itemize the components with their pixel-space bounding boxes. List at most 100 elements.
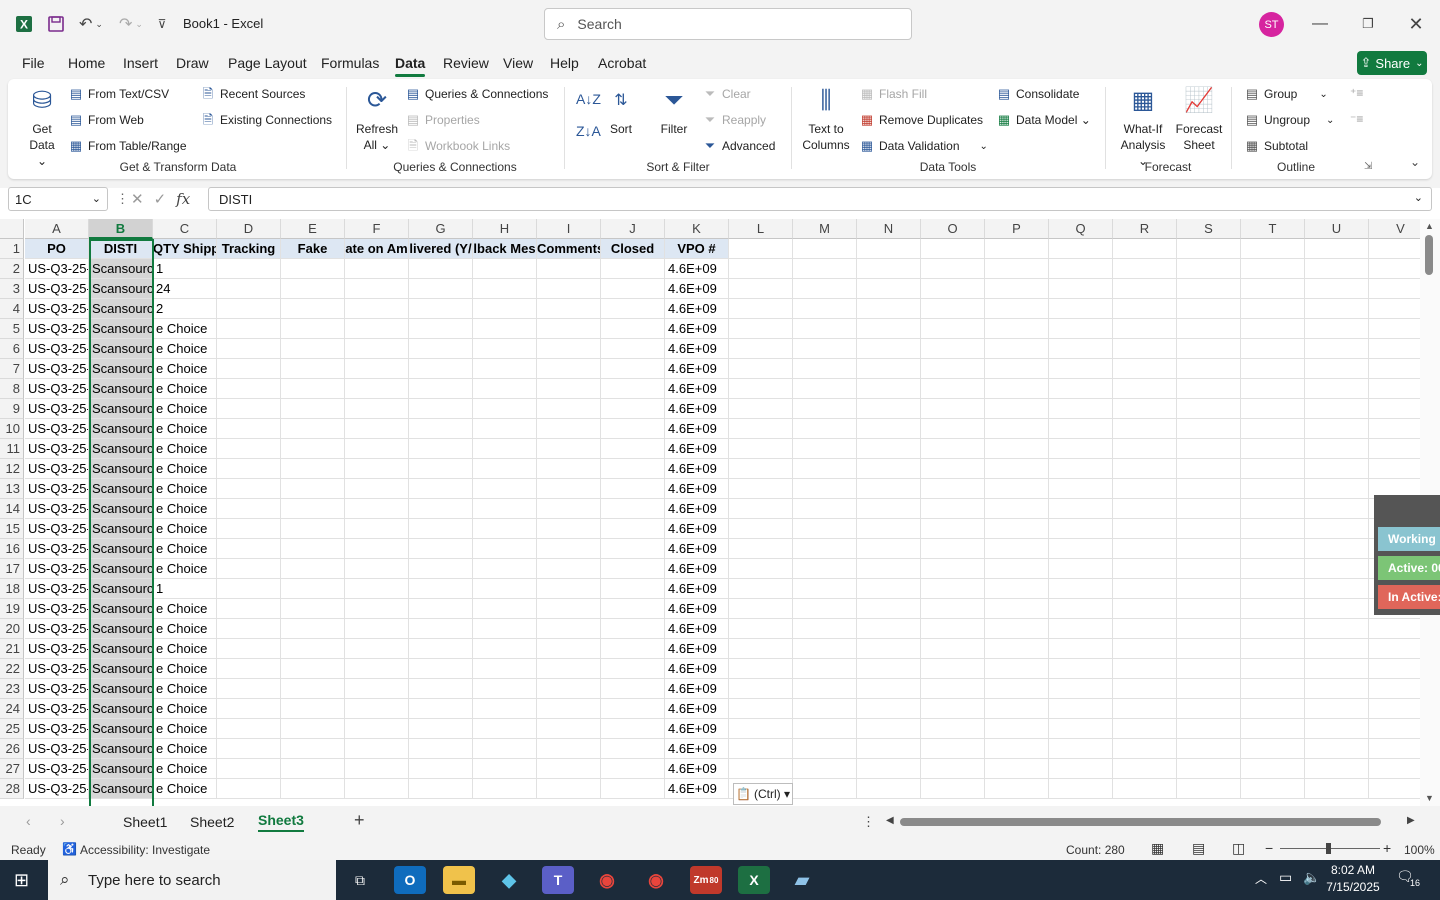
row-header[interactable]: 2: [0, 259, 24, 279]
table-cell[interactable]: [921, 479, 985, 499]
table-cell[interactable]: [1241, 359, 1305, 379]
table-cell[interactable]: [1241, 339, 1305, 359]
table-cell[interactable]: [857, 579, 921, 599]
table-cell[interactable]: [1305, 299, 1369, 319]
header-cell[interactable]: VPO #: [665, 239, 729, 259]
table-cell[interactable]: [1113, 439, 1177, 459]
table-cell[interactable]: [793, 739, 857, 759]
table-cell[interactable]: [345, 279, 409, 299]
table-cell[interactable]: [601, 619, 665, 639]
column-header-h[interactable]: H: [473, 219, 537, 239]
table-cell[interactable]: [1305, 479, 1369, 499]
table-cell[interactable]: [921, 559, 985, 579]
table-cell[interactable]: [1241, 259, 1305, 279]
table-cell[interactable]: [857, 599, 921, 619]
table-cell[interactable]: [985, 759, 1049, 779]
table-cell[interactable]: [537, 619, 601, 639]
table-cell[interactable]: [921, 419, 985, 439]
table-cell[interactable]: [473, 619, 537, 639]
table-cell[interactable]: [409, 779, 473, 799]
table-cell[interactable]: [1369, 459, 1424, 479]
table-cell[interactable]: [345, 399, 409, 419]
table-cell[interactable]: [537, 579, 601, 599]
table-cell[interactable]: [345, 579, 409, 599]
row-header[interactable]: 5: [0, 319, 24, 339]
table-cell[interactable]: [729, 619, 793, 639]
column-header-d[interactable]: D: [217, 219, 281, 239]
row-header[interactable]: 19: [0, 599, 24, 619]
table-cell[interactable]: [601, 639, 665, 659]
table-cell[interactable]: [921, 639, 985, 659]
table-cell[interactable]: [729, 499, 793, 519]
app-diamond-icon[interactable]: ◆: [493, 866, 525, 894]
table-cell[interactable]: [1177, 759, 1241, 779]
table-cell[interactable]: [1305, 379, 1369, 399]
table-cell[interactable]: [985, 519, 1049, 539]
table-cell[interactable]: [409, 479, 473, 499]
table-cell[interactable]: [1241, 619, 1305, 639]
table-cell[interactable]: e Choice: [153, 619, 217, 639]
table-cell[interactable]: [281, 539, 345, 559]
table-cell[interactable]: Scansource: [89, 499, 153, 519]
table-cell[interactable]: [537, 259, 601, 279]
table-cell[interactable]: Scansource: [89, 359, 153, 379]
table-cell[interactable]: [601, 759, 665, 779]
table-cell[interactable]: [729, 319, 793, 339]
table-cell[interactable]: [537, 559, 601, 579]
table-cell[interactable]: [601, 579, 665, 599]
table-cell[interactable]: [409, 379, 473, 399]
table-cell[interactable]: Scansource: [89, 419, 153, 439]
header-cell[interactable]: [857, 239, 921, 259]
table-cell[interactable]: [921, 759, 985, 779]
network-icon[interactable]: ▭: [1279, 869, 1292, 886]
table-cell[interactable]: [601, 359, 665, 379]
header-cell[interactable]: PO: [25, 239, 89, 259]
table-cell[interactable]: 4.6E+09: [665, 679, 729, 699]
column-header-s[interactable]: S: [1177, 219, 1241, 239]
table-cell[interactable]: [985, 619, 1049, 639]
table-cell[interactable]: [1305, 359, 1369, 379]
tray-expand-icon[interactable]: ︿: [1255, 870, 1267, 887]
sheet-tab-sheet1[interactable]: Sheet1: [123, 814, 167, 830]
table-cell[interactable]: [1241, 779, 1305, 799]
row-header[interactable]: 8: [0, 379, 24, 399]
row-header[interactable]: 1: [0, 239, 24, 259]
table-cell[interactable]: [1241, 679, 1305, 699]
table-cell[interactable]: Scansource: [89, 619, 153, 639]
table-cell[interactable]: [729, 719, 793, 739]
table-cell[interactable]: [473, 499, 537, 519]
table-cell[interactable]: [1369, 299, 1424, 319]
table-cell[interactable]: 4.6E+09: [665, 699, 729, 719]
table-cell[interactable]: [729, 479, 793, 499]
table-cell[interactable]: US-Q3-25-: [25, 419, 89, 439]
tab-help[interactable]: Help: [550, 55, 579, 71]
table-cell[interactable]: [281, 599, 345, 619]
table-cell[interactable]: [921, 459, 985, 479]
table-cell[interactable]: [1369, 639, 1424, 659]
table-cell[interactable]: [409, 459, 473, 479]
table-cell[interactable]: [793, 599, 857, 619]
table-cell[interactable]: [729, 399, 793, 419]
row-header[interactable]: 4: [0, 299, 24, 319]
column-header-v[interactable]: V: [1369, 219, 1424, 239]
queries-connections-button[interactable]: ▤ Queries & Connections: [405, 86, 549, 102]
zoom-slider-thumb[interactable]: [1326, 843, 1331, 854]
table-cell[interactable]: 4.6E+09: [665, 599, 729, 619]
table-cell[interactable]: [1049, 299, 1113, 319]
table-cell[interactable]: [281, 419, 345, 439]
table-cell[interactable]: [729, 299, 793, 319]
table-cell[interactable]: [1049, 499, 1113, 519]
table-cell[interactable]: [1177, 319, 1241, 339]
table-cell[interactable]: [473, 639, 537, 659]
table-cell[interactable]: [601, 339, 665, 359]
more-options-icon[interactable]: ⋮: [116, 191, 129, 207]
table-cell[interactable]: [793, 439, 857, 459]
table-cell[interactable]: e Choice: [153, 499, 217, 519]
table-cell[interactable]: [985, 539, 1049, 559]
zoom-in-icon[interactable]: +: [1383, 840, 1391, 856]
row-header[interactable]: 21: [0, 639, 24, 659]
table-cell[interactable]: [793, 479, 857, 499]
forecast-sheet-button[interactable]: 📈 Forecast Sheet: [1174, 85, 1224, 153]
table-cell[interactable]: [1305, 619, 1369, 639]
row-header[interactable]: 20: [0, 619, 24, 639]
